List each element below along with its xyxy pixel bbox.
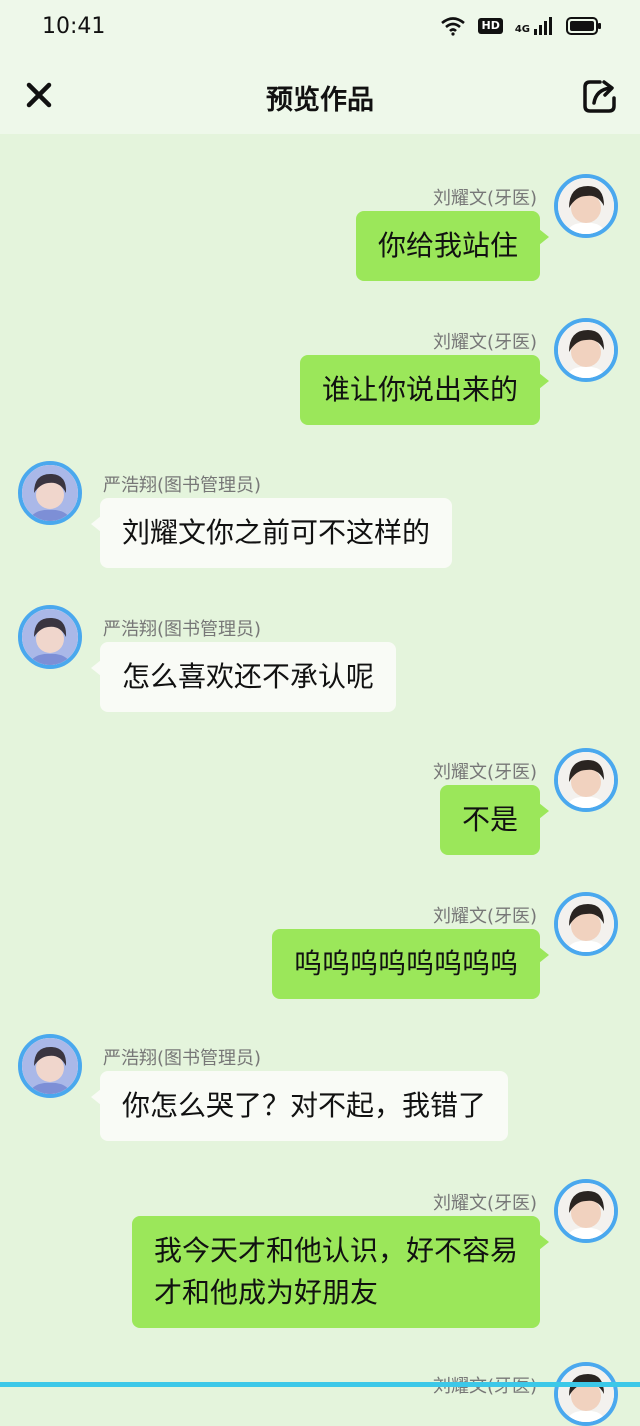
- status-bar: 10:41 HD 4G: [0, 0, 640, 56]
- hd-badge: HD: [478, 18, 503, 34]
- avatar[interactable]: [554, 892, 618, 956]
- avatar-portrait-icon: [558, 896, 614, 952]
- sender-name: 刘耀文(牙医): [432, 188, 537, 209]
- message-bubble[interactable]: 你怎么哭了？对不起，我错了: [90, 1071, 509, 1141]
- message-bubble[interactable]: 我今天才和他认识，好不容易 才和他成为好朋友: [131, 1216, 550, 1328]
- avatar[interactable]: [554, 1362, 618, 1426]
- avatar[interactable]: [18, 1034, 82, 1098]
- sender-name: 刘耀文(牙医): [432, 332, 537, 353]
- avatar[interactable]: [554, 748, 618, 812]
- message-bubble[interactable]: 不是: [439, 785, 550, 855]
- message-bubble[interactable]: 呜呜呜呜呜呜呜呜: [271, 929, 550, 999]
- chat-area[interactable]: 刘耀文(牙医) 你给我站住 刘耀文(牙医) 谁让你说出来的 严浩翔(图书管理员): [0, 134, 640, 1426]
- sender-name: 严浩翔(图书管理员): [103, 1048, 262, 1069]
- avatar[interactable]: [554, 1179, 618, 1243]
- cellular-signal-icon: 4G: [515, 17, 554, 35]
- top-bar: 预览作品: [0, 56, 640, 134]
- status-time: 10:41: [42, 14, 106, 39]
- sender-name: 严浩翔(图书管理员): [103, 619, 262, 640]
- message-bubble[interactable]: 刘耀文你之前可不这样的: [90, 498, 453, 568]
- wifi-icon: [440, 16, 466, 36]
- avatar-portrait-icon: [22, 465, 78, 521]
- avatar-portrait-icon: [22, 609, 78, 665]
- sender-name: 刘耀文(牙医): [432, 906, 537, 927]
- avatar-portrait-icon: [558, 1366, 614, 1422]
- network-type-label: 4G: [514, 24, 530, 35]
- page-title: 预览作品: [266, 85, 374, 116]
- sender-name: 刘耀文(牙医): [432, 762, 537, 783]
- message-bubble[interactable]: 怎么喜欢还不承认呢: [90, 642, 397, 712]
- bottom-edge-strip: [0, 1382, 640, 1387]
- message-bubble[interactable]: 谁让你说出来的: [299, 355, 550, 425]
- sender-name: 刘耀文(牙医): [432, 1193, 537, 1214]
- battery-icon: [566, 17, 602, 35]
- status-icons: HD 4G: [440, 16, 602, 36]
- avatar[interactable]: [18, 605, 82, 669]
- avatar[interactable]: [554, 318, 618, 382]
- avatar-portrait-icon: [22, 1038, 78, 1094]
- avatar-portrait-icon: [558, 752, 614, 808]
- avatar-portrait-icon: [558, 322, 614, 378]
- avatar-portrait-icon: [558, 178, 614, 234]
- avatar-portrait-icon: [558, 1183, 614, 1239]
- avatar[interactable]: [554, 174, 618, 238]
- share-button[interactable]: [580, 76, 620, 116]
- sender-name: 严浩翔(图书管理员): [103, 475, 262, 496]
- avatar[interactable]: [18, 461, 82, 525]
- message-bubble[interactable]: 你给我站住: [355, 211, 550, 281]
- share-icon: [583, 80, 616, 113]
